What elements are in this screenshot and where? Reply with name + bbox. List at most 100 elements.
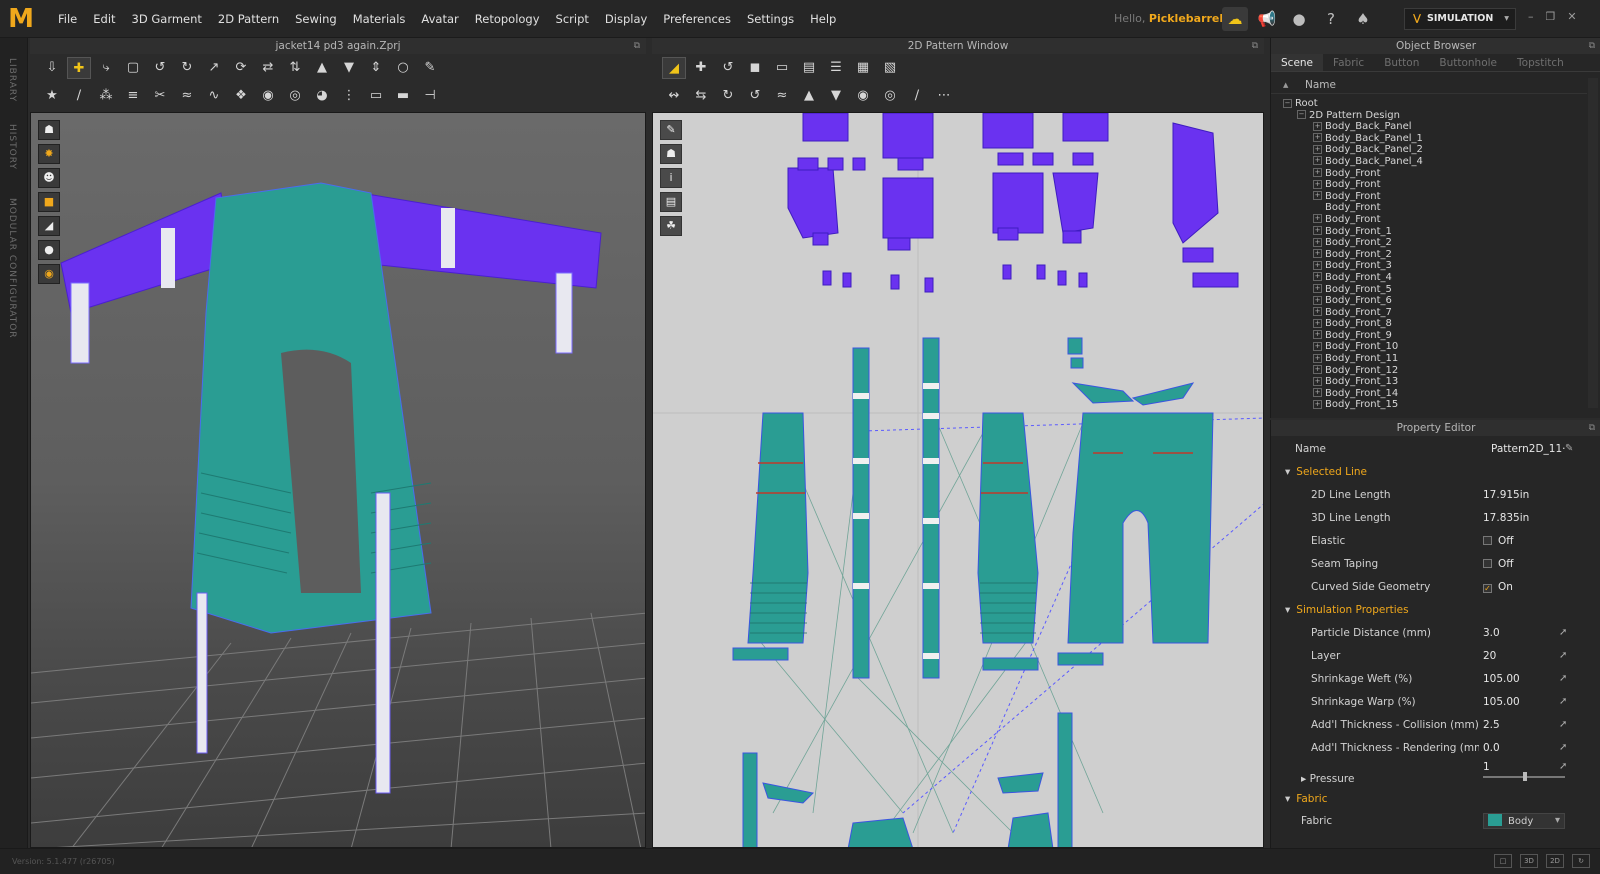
info-icon[interactable]: i — [660, 168, 682, 188]
garment-icon[interactable]: ☗ — [38, 120, 60, 140]
rectangle-icon[interactable]: ▭ — [770, 57, 794, 79]
tab-buttonhole[interactable]: Buttonhole — [1429, 54, 1507, 71]
globe-icon[interactable]: ◉ — [38, 264, 60, 284]
expand-icon[interactable]: + — [1313, 191, 1322, 201]
maximize-browser-icon[interactable]: ⧉ — [1589, 38, 1595, 54]
transform-icon[interactable]: ⤷ — [94, 57, 118, 79]
brush-icon[interactable]: ✎ — [418, 57, 442, 79]
pressure-value[interactable]: 1 — [1483, 756, 1490, 778]
tree-item[interactable]: + Body_Front_2 — [1283, 249, 1583, 261]
tree-item-root[interactable]: − Root — [1283, 98, 1583, 110]
expand-icon[interactable]: + — [1313, 341, 1322, 351]
particles-icon[interactable]: ✸ — [38, 144, 60, 164]
slider-handle[interactable] — [1523, 772, 1527, 781]
expand-icon[interactable]: + — [1313, 260, 1322, 270]
thickness-collision-input[interactable]: 2.5 — [1483, 714, 1500, 736]
expand-icon[interactable]: + — [1313, 272, 1322, 282]
tree-item[interactable]: + Body_Front_14 — [1283, 388, 1583, 400]
menu-script[interactable]: Script — [548, 12, 597, 26]
section-simulation-properties[interactable]: Simulation Properties — [1285, 599, 1408, 621]
menu-preferences[interactable]: Preferences — [655, 12, 739, 26]
tab-button[interactable]: Button — [1374, 54, 1429, 71]
shrinkage-warp-input[interactable]: 105.00 — [1483, 691, 1520, 713]
tree-item[interactable]: + Body_Front_8 — [1283, 318, 1583, 330]
tree-item[interactable]: + Body_Front_15 — [1283, 399, 1583, 411]
community-icon[interactable]: ♠ — [1350, 7, 1376, 31]
avatar-head-icon[interactable]: ● — [38, 240, 60, 260]
pin-icon[interactable]: ➚ — [1559, 756, 1567, 778]
polygon-icon[interactable]: ◼ — [743, 57, 767, 79]
edit-curvature-icon[interactable]: ↺ — [716, 57, 740, 79]
minimize-icon[interactable]: – — [1528, 10, 1534, 23]
snap-icon[interactable]: ◕ — [310, 85, 334, 107]
elastic-checkbox[interactable] — [1483, 536, 1492, 545]
expand-icon[interactable]: + — [1313, 226, 1322, 236]
expand-icon[interactable]: + — [1313, 237, 1322, 247]
puckering-icon[interactable]: ≈ — [175, 85, 199, 107]
tree-item[interactable]: + Body_Front — [1283, 191, 1583, 203]
tree-item[interactable]: Body_Front — [1283, 202, 1583, 214]
particle-distance-input[interactable]: 3.0 — [1483, 622, 1500, 644]
3d-view-icon[interactable]: 3D — [1520, 854, 1538, 868]
seamline-icon[interactable]: ∕ — [67, 85, 91, 107]
maximize-2d-icon[interactable]: ⧉ — [1252, 38, 1258, 54]
tree-item[interactable]: + Body_Front — [1283, 214, 1583, 226]
menu-materials[interactable]: Materials — [345, 12, 414, 26]
user-icon[interactable]: ● — [1286, 7, 1312, 31]
tree-item[interactable]: + Body_Front_11 — [1283, 353, 1583, 365]
cloud-sync-icon[interactable]: ☁ — [1222, 7, 1248, 31]
avatar-icon[interactable]: ☻ — [38, 168, 60, 188]
tree-item-2d-pattern-design[interactable]: −2D Pattern Design — [1283, 110, 1583, 122]
edit-curve-icon[interactable]: ↺ — [148, 57, 172, 79]
expand-icon[interactable]: + — [1313, 133, 1322, 143]
avatar-tool-icon[interactable]: ○ — [391, 57, 415, 79]
modular-configurator-tab[interactable]: MODULAR CONFIGURATOR — [7, 198, 17, 339]
pressure-label[interactable]: ▸ Pressure — [1301, 768, 1354, 790]
maximize-icon[interactable]: ⧉ — [634, 38, 640, 54]
expand-icon[interactable]: + — [1313, 249, 1322, 259]
tree-item[interactable]: + Body_Front_6 — [1283, 295, 1583, 307]
expand-icon[interactable]: + — [1313, 353, 1322, 363]
buttonhole-icon[interactable]: ◎ — [283, 85, 307, 107]
tack-icon[interactable]: ▲ — [310, 57, 334, 79]
select-move-icon[interactable]: ✚ — [67, 57, 91, 79]
pin-icon[interactable]: ➚ — [1559, 622, 1567, 644]
curved-side-geometry-checkbox[interactable]: ✓ — [1483, 584, 1492, 593]
expand-icon[interactable]: + — [1313, 376, 1322, 386]
history-tab[interactable]: HISTORY — [7, 124, 17, 170]
maximize-props-icon[interactable]: ⧉ — [1589, 420, 1595, 436]
tree-item[interactable]: + Body_Back_Panel_4 — [1283, 156, 1583, 168]
expand-icon[interactable]: + — [1313, 284, 1322, 293]
expand-icon[interactable]: + — [1313, 365, 1322, 375]
seam-taping-checkbox[interactable] — [1483, 559, 1492, 568]
ruler-icon[interactable]: ⋯ — [932, 85, 956, 107]
menu-3d-garment[interactable]: 3D Garment — [124, 12, 210, 26]
object-browser-scrollbar[interactable] — [1588, 78, 1598, 408]
expand-icon[interactable]: + — [1313, 330, 1322, 340]
layer-input[interactable]: 20 — [1483, 645, 1496, 667]
pleat-icon[interactable]: ☰ — [824, 57, 848, 79]
expand-icon[interactable]: + — [1313, 168, 1322, 178]
button-2d-icon[interactable]: ◉ — [851, 85, 875, 107]
fold-icon[interactable]: ⟳ — [229, 57, 253, 79]
tree-item[interactable]: + Body_Front_10 — [1283, 341, 1583, 353]
menu-edit[interactable]: Edit — [85, 12, 123, 26]
trim-icon[interactable]: ⁂ — [94, 85, 118, 107]
close-icon[interactable]: ✕ — [1567, 10, 1576, 23]
expand-icon[interactable]: + — [1313, 156, 1322, 166]
library-tab[interactable]: LIBRARY — [7, 58, 17, 102]
internal-shape-icon[interactable]: ▤ — [797, 57, 821, 79]
sew-icon[interactable]: ⇄ — [256, 57, 280, 79]
app-logo[interactable]: M — [6, 4, 36, 34]
tab-topstitch[interactable]: Topstitch — [1507, 54, 1574, 71]
grid-2-icon[interactable]: ▧ — [878, 57, 902, 79]
tree-item[interactable]: + Body_Front_2 — [1283, 237, 1583, 249]
shrinkage-weft-input[interactable]: 105.00 — [1483, 668, 1520, 690]
menu-file[interactable]: File — [50, 12, 85, 26]
expand-icon[interactable]: + — [1313, 399, 1322, 409]
free-sew-2d-icon[interactable]: ⇆ — [689, 85, 713, 107]
grid-icon[interactable]: ▦ — [851, 57, 875, 79]
edit-point-icon[interactable]: ✚ — [689, 57, 713, 79]
tree-item[interactable]: + Body_Front_4 — [1283, 272, 1583, 284]
segment-sew-icon[interactable]: ↭ — [662, 85, 686, 107]
